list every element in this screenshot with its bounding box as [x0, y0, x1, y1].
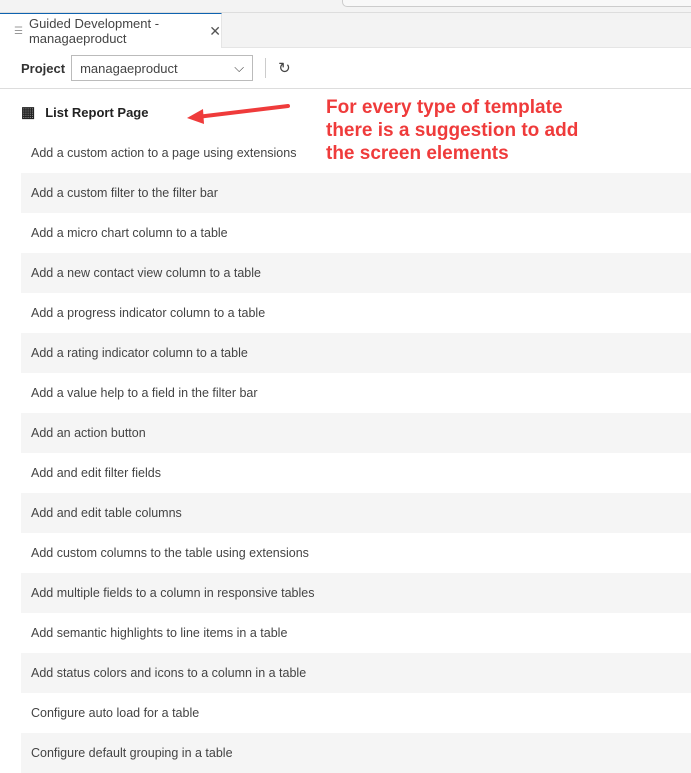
tab-bar: ☰ Guided Development - managaeproduct ✕: [0, 13, 691, 48]
list-item[interactable]: Add custom columns to the table using ex…: [21, 533, 691, 573]
tab-guided-development[interactable]: ☰ Guided Development - managaeproduct ✕: [0, 13, 222, 48]
list-item[interactable]: Add a new contact view column to a table: [21, 253, 691, 293]
section-title: List Report Page: [45, 104, 149, 120]
project-select[interactable]: managaeproduct ⌵: [71, 55, 254, 81]
section-heading: ▦ List Report Page: [21, 103, 148, 121]
divider: [265, 58, 267, 78]
chevron-down-icon: ⌵: [234, 60, 245, 75]
menu-lines-icon: ☰: [14, 25, 23, 37]
top-strip: [0, 0, 691, 13]
project-value: managaeproduct: [80, 60, 178, 76]
refresh-icon[interactable]: ↻: [278, 59, 291, 77]
close-icon[interactable]: ✕: [209, 23, 221, 40]
toolbar: Project managaeproduct ⌵ ↻: [0, 48, 691, 89]
list-item[interactable]: Add semantic highlights to line items in…: [21, 613, 691, 653]
list-item[interactable]: Add multiple fields to a column in respo…: [21, 573, 691, 613]
list-item[interactable]: Add and edit table columns: [21, 493, 691, 533]
list-item[interactable]: Configure auto load for a table: [21, 693, 691, 733]
list-item[interactable]: Add a custom filter to the filter bar: [21, 173, 691, 213]
list-item[interactable]: Add an action button: [21, 413, 691, 453]
list-item[interactable]: Add a progress indicator column to a tab…: [21, 293, 691, 333]
list-item[interactable]: Add a value help to a field in the filte…: [21, 373, 691, 413]
list-item[interactable]: Add a micro chart column to a table: [21, 213, 691, 253]
list-item[interactable]: Configure default grouping in a table: [21, 733, 691, 773]
command-box[interactable]: [342, 0, 691, 7]
list-item[interactable]: Add a rating indicator column to a table: [21, 333, 691, 373]
project-label: Project: [21, 60, 66, 76]
list-item[interactable]: Add status colors and icons to a column …: [21, 653, 691, 693]
annotation-arrow: [187, 104, 290, 124]
suggestion-list: Add a custom action to a page using exte…: [21, 133, 691, 773]
list-item[interactable]: Add a custom action to a page using exte…: [21, 133, 691, 173]
table-icon: ▦: [21, 104, 36, 121]
tab-title: Guided Development - managaeproduct: [28, 16, 160, 46]
list-item[interactable]: Add and edit filter fields: [21, 453, 691, 493]
